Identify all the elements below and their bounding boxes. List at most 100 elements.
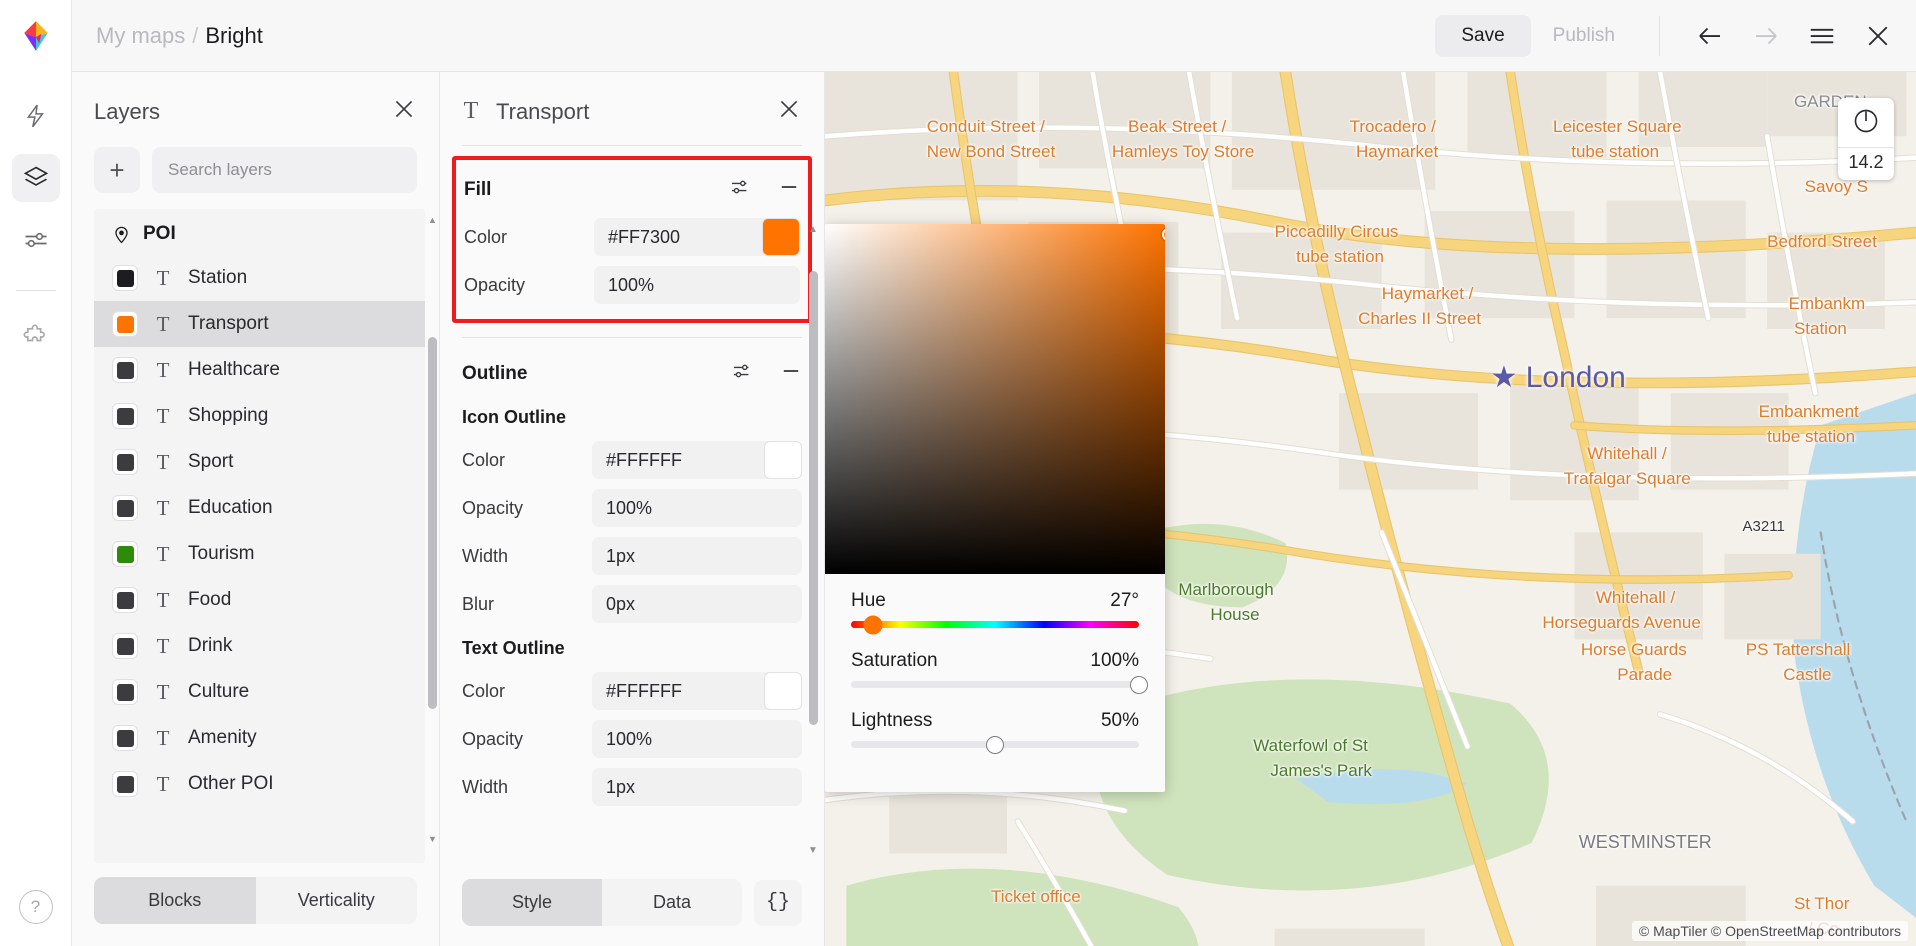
field-input[interactable]: #FFFFFF	[592, 672, 802, 710]
field-input[interactable]: 1px	[592, 768, 802, 806]
scrollbar-thumb[interactable]	[809, 271, 818, 725]
scroll-down-icon[interactable]: ▼	[808, 845, 818, 856]
layer-row-label: Amenity	[188, 727, 257, 749]
field-input[interactable]: 0px	[592, 585, 802, 623]
style-panel: T Transport FillColor#FF7300Opacity100%O…	[440, 72, 825, 946]
scroll-up-icon[interactable]: ▲	[428, 215, 437, 224]
help-button[interactable]: ?	[19, 890, 53, 924]
map-view[interactable]: Conduit Street /New Bond StreetBeak Stre…	[825, 72, 1916, 946]
maptiler-logo[interactable]	[0, 0, 72, 72]
slider-header: Hue27°	[851, 590, 1139, 612]
field-input[interactable]: 100%	[592, 489, 802, 527]
field-label: Color	[462, 450, 592, 471]
layer-color-swatch[interactable]	[112, 311, 138, 337]
style-panel-scroll-area[interactable]: FillColor#FF7300Opacity100%OutlineIcon O…	[440, 145, 824, 867]
layer-color-swatch[interactable]	[112, 449, 138, 475]
sliders-icon[interactable]	[12, 216, 60, 264]
layer-color-swatch[interactable]	[112, 633, 138, 659]
color-chip[interactable]	[764, 672, 802, 710]
layer-color-swatch[interactable]	[112, 403, 138, 429]
close-icon[interactable]	[391, 96, 417, 127]
scroll-up-icon[interactable]: ▲	[808, 224, 818, 235]
field-value: 1px	[606, 777, 635, 798]
slider-track-hue[interactable]	[851, 621, 1139, 628]
arrow-right-icon[interactable]	[1738, 8, 1794, 64]
layer-row-sport[interactable]: TSport	[94, 439, 425, 485]
field-value: 1px	[606, 546, 635, 567]
style-tab-style[interactable]: Style	[462, 879, 602, 926]
layer-row-education[interactable]: TEducation	[94, 485, 425, 531]
field-value: #FF7300	[608, 227, 680, 248]
close-icon[interactable]	[1850, 8, 1906, 64]
minus-icon[interactable]	[778, 178, 800, 201]
scroll-down-icon[interactable]: ▼	[428, 834, 437, 843]
lightning-icon[interactable]	[12, 92, 60, 140]
layer-row-tourism[interactable]: TTourism	[94, 531, 425, 577]
section-title: Outline	[462, 363, 527, 385]
layer-color-swatch[interactable]	[112, 541, 138, 567]
layer-color-swatch[interactable]	[112, 725, 138, 751]
layer-row-amenity[interactable]: TAmenity	[94, 715, 425, 761]
layer-row-station[interactable]: TStation	[94, 255, 425, 301]
style-sections: FillColor#FF7300Opacity100%OutlineIcon O…	[462, 156, 802, 811]
slider-label: Lightness	[851, 710, 932, 732]
arrow-left-icon[interactable]	[1682, 8, 1738, 64]
field-input[interactable]: #FF7300	[594, 218, 800, 256]
sliders-icon[interactable]	[730, 178, 752, 201]
compass-icon[interactable]	[1852, 98, 1880, 147]
slider-knob[interactable]	[986, 736, 1004, 754]
save-button[interactable]: Save	[1435, 15, 1530, 57]
field-value: 0px	[606, 594, 635, 615]
saturation-value-area[interactable]	[825, 224, 1165, 574]
layer-row-drink[interactable]: TDrink	[94, 623, 425, 669]
layer-row-food[interactable]: TFood	[94, 577, 425, 623]
publish-button[interactable]: Publish	[1531, 15, 1637, 57]
slider-knob[interactable]	[863, 615, 882, 634]
slider-track-saturation[interactable]	[851, 681, 1139, 688]
minus-icon[interactable]	[780, 362, 802, 385]
search-input[interactable]	[152, 147, 417, 193]
field-width: Width1px	[462, 763, 802, 811]
layer-color-swatch[interactable]	[112, 265, 138, 291]
puzzle-icon[interactable]	[12, 313, 60, 361]
layer-color-swatch[interactable]	[112, 357, 138, 383]
layer-row-transport[interactable]: TTransport	[94, 301, 425, 347]
slider-track-lightness[interactable]	[851, 741, 1139, 748]
layer-color-swatch[interactable]	[112, 495, 138, 521]
layer-row-healthcare[interactable]: THealthcare	[94, 347, 425, 393]
layers-list[interactable]: POI TStationTTransportTHealthcareTShoppi…	[94, 209, 425, 863]
sliders-icon[interactable]	[732, 362, 754, 385]
picker-cursor[interactable]	[1162, 228, 1165, 241]
layers-tab-verticality[interactable]: Verticality	[256, 877, 418, 924]
field-input[interactable]: 100%	[594, 266, 800, 304]
text-layer-icon: T	[154, 634, 172, 659]
style-scrollbar[interactable]: ▲ ▼	[809, 241, 818, 839]
layer-color-swatch[interactable]	[112, 587, 138, 613]
slider-knob[interactable]	[1130, 676, 1148, 694]
layers-scrollbar[interactable]: ▲ ▼	[428, 229, 437, 829]
layers-icon[interactable]	[12, 154, 60, 202]
layer-color-swatch[interactable]	[112, 679, 138, 705]
zoom-widget[interactable]: 14.2	[1838, 98, 1894, 180]
layer-group-poi[interactable]: POI	[94, 209, 425, 255]
scrollbar-thumb[interactable]	[428, 337, 437, 709]
map-attribution[interactable]: © MapTiler © OpenStreetMap contributors	[1632, 921, 1908, 941]
field-opacity: Opacity100%	[464, 261, 800, 309]
layer-row-culture[interactable]: TCulture	[94, 669, 425, 715]
code-view-button[interactable]: {}	[754, 880, 802, 926]
add-layer-button[interactable]: +	[94, 147, 140, 193]
layer-color-swatch[interactable]	[112, 771, 138, 797]
style-tab-data[interactable]: Data	[602, 879, 742, 926]
color-chip[interactable]	[764, 441, 802, 479]
field-input[interactable]: 100%	[592, 720, 802, 758]
color-picker-popup[interactable]: Hue27°Saturation100%Lightness50%	[825, 224, 1165, 792]
field-input[interactable]: 1px	[592, 537, 802, 575]
layer-row-shopping[interactable]: TShopping	[94, 393, 425, 439]
breadcrumb-parent[interactable]: My maps	[96, 23, 185, 49]
layer-row-other-poi[interactable]: TOther POI	[94, 761, 425, 807]
layers-tab-blocks[interactable]: Blocks	[94, 877, 256, 924]
hamburger-menu-icon[interactable]	[1794, 8, 1850, 64]
close-icon[interactable]	[776, 96, 802, 127]
field-input[interactable]: #FFFFFF	[592, 441, 802, 479]
color-chip[interactable]	[762, 218, 800, 256]
